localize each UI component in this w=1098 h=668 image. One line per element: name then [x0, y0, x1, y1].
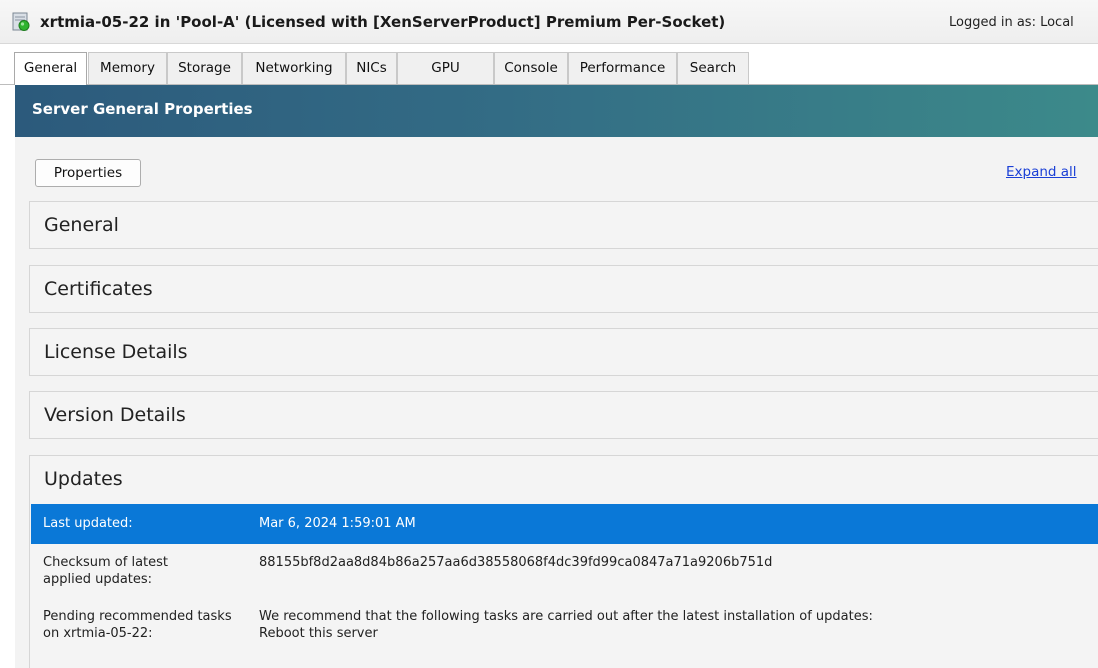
page-header: Server General Properties [15, 85, 1098, 137]
section-label: Version Details [44, 404, 186, 426]
section-updates[interactable]: Updates Last updated: Mar 6, 2024 1:59:0… [29, 455, 1098, 668]
tab-console[interactable]: Console [494, 52, 568, 84]
row-label: Pending recommended tasks on xrtmia-05-2… [43, 609, 232, 641]
tab-storage[interactable]: Storage [167, 52, 242, 84]
tab-performance[interactable]: Performance [568, 52, 677, 84]
row-label: Last updated: [43, 516, 133, 531]
tab-memory[interactable]: Memory [88, 52, 167, 84]
tab-search[interactable]: Search [677, 52, 749, 84]
section-certificates[interactable]: Certificates [29, 265, 1098, 313]
tab-gpu[interactable]: GPU [397, 52, 494, 84]
title-bar: xrtmia-05-22 in 'Pool-A' (Licensed with … [0, 0, 1098, 44]
properties-button[interactable]: Properties [35, 159, 141, 187]
section-label: Updates [44, 468, 123, 490]
section-version-details[interactable]: Version Details [29, 391, 1098, 439]
logged-in-status: Logged in as: Local [949, 15, 1074, 30]
updates-row-last-updated[interactable]: Last updated: Mar 6, 2024 1:59:01 AM [31, 504, 1098, 544]
section-general[interactable]: General [29, 201, 1098, 249]
updates-row-checksum[interactable]: Checksum of latest applied updates: 8815… [31, 544, 1098, 596]
tab-networking[interactable]: Networking [242, 52, 346, 84]
window-title: xrtmia-05-22 in 'Pool-A' (Licensed with … [40, 13, 726, 31]
updates-row-pending-tasks[interactable]: Pending recommended tasks on xrtmia-05-2… [31, 596, 1098, 652]
row-value-line2: Reboot this server [259, 626, 378, 641]
section-label: General [44, 214, 119, 236]
row-label: Checksum of latest applied updates: [43, 555, 169, 587]
properties-panel: Properties Expand all General Certificat… [15, 137, 1098, 668]
section-label: Certificates [44, 278, 153, 300]
row-value: 88155bf8d2aa8d84b86a257aa6d38558068f4dc3… [259, 555, 773, 570]
section-label: License Details [44, 341, 188, 363]
tab-bar: General Memory Storage Networking NICs G… [0, 52, 1098, 85]
row-value-line1: We recommend that the following tasks ar… [259, 609, 873, 624]
section-license-details[interactable]: License Details [29, 328, 1098, 376]
page-title: Server General Properties [32, 100, 253, 118]
expand-all-link[interactable]: Expand all [1006, 164, 1077, 180]
server-running-icon [12, 12, 30, 31]
row-value: Mar 6, 2024 1:59:01 AM [259, 516, 416, 531]
tab-nics[interactable]: NICs [346, 52, 397, 84]
tab-general[interactable]: General [14, 52, 87, 85]
